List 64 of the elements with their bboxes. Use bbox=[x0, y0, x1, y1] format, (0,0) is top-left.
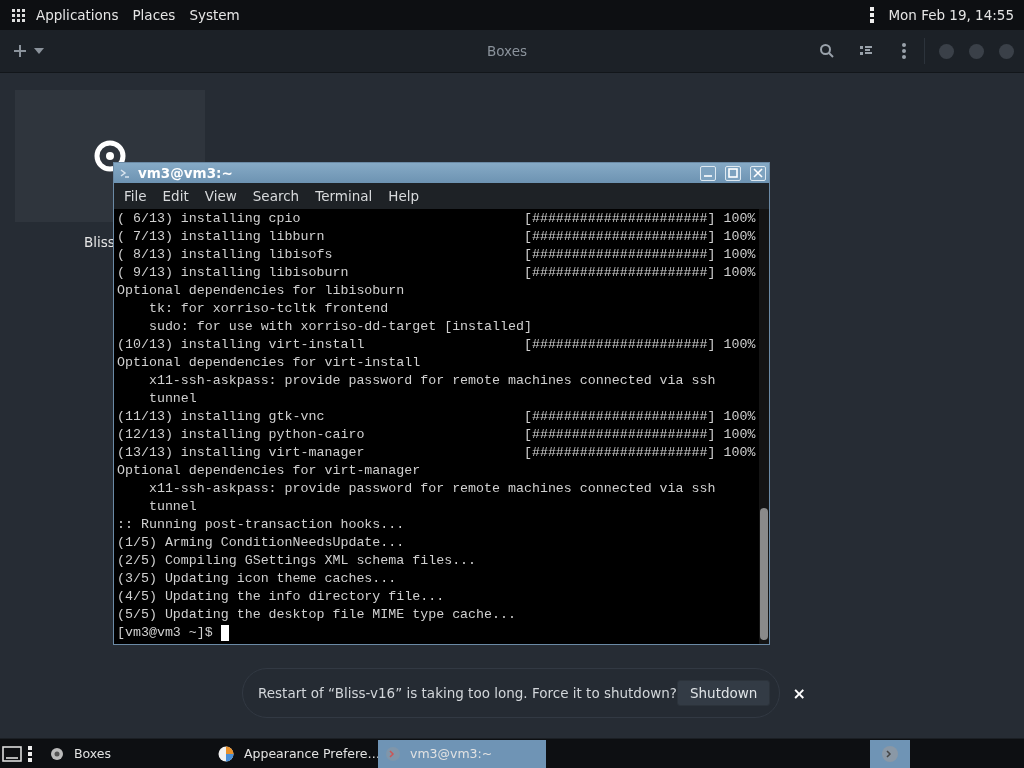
terminal-icon bbox=[120, 168, 130, 178]
clock[interactable]: Mon Feb 19, 14:55 bbox=[888, 7, 1014, 23]
terminal-line: ( 6/13) installing cpio [######################] 100% bbox=[117, 210, 756, 228]
show-desktop-icon[interactable] bbox=[2, 745, 22, 762]
terminal-line: :: Running post-transaction hooks... bbox=[117, 516, 405, 534]
close-icon bbox=[753, 168, 763, 178]
terminal-line: sudo: for use with xorriso-dd-target [installed] bbox=[147, 318, 532, 336]
tray-item[interactable] bbox=[870, 739, 910, 768]
panel-menu[interactable]: System bbox=[182, 7, 247, 23]
list-view-icon[interactable] bbox=[860, 46, 872, 56]
terminal-line: (3/5) Updating icon theme caches... bbox=[117, 570, 397, 588]
menu-item[interactable]: File bbox=[116, 188, 155, 204]
menu-item[interactable]: Help bbox=[380, 188, 428, 204]
terminal-line: tunnel bbox=[147, 390, 197, 408]
menu-item[interactable]: Edit bbox=[154, 188, 197, 204]
terminal-icon bbox=[881, 744, 899, 763]
machine-label: Bliss bbox=[84, 234, 115, 250]
add-icon[interactable] bbox=[14, 45, 26, 57]
terminal-icon bbox=[386, 746, 400, 761]
caret-icon[interactable] bbox=[34, 48, 44, 54]
menu-item[interactable]: Search bbox=[244, 188, 308, 204]
panel-menu[interactable]: Places bbox=[125, 7, 183, 23]
terminal-line: (13/13) installing virt-manager [######################] 100% bbox=[117, 444, 756, 462]
taskbar-button[interactable]: Boxes bbox=[42, 739, 210, 768]
notification-message: Restart of “Bliss-v16” is taking too long. Force it to shutdown? bbox=[258, 685, 677, 701]
panel-menu[interactable]: Applications bbox=[29, 7, 126, 23]
terminal-line: Optional dependencies for virt-manager bbox=[117, 462, 421, 480]
shell-prompt: [vm3@vm3 ~]$ bbox=[117, 624, 213, 642]
kebab-menu-icon[interactable] bbox=[902, 43, 906, 59]
menu-item[interactable]: Terminal bbox=[307, 188, 381, 204]
text-cursor bbox=[220, 625, 229, 641]
terminal-line: ( 8/13) installing libisofs [######################] 100% bbox=[117, 246, 756, 264]
terminal-line: Optional dependencies for libisoburn bbox=[117, 282, 405, 300]
kebab-menu-icon[interactable] bbox=[28, 745, 32, 762]
search-icon[interactable] bbox=[820, 44, 834, 58]
window-title: Boxes bbox=[486, 43, 528, 59]
terminal-line: (10/13) installing virt-install [######################] 100% bbox=[117, 336, 756, 354]
shutdown-button[interactable]: Shutdown bbox=[676, 680, 771, 706]
minimize-icon bbox=[703, 175, 713, 177]
terminal-line: (1/5) Arming ConditionNeedsUpdate... bbox=[117, 534, 405, 552]
terminal-line: x11-ssh-askpass: provide password for remote machines connected via ssh bbox=[147, 480, 716, 498]
window-title: vm3@vm3:~ bbox=[138, 165, 234, 181]
taskbar-button[interactable]: Appearance Prefere… bbox=[210, 739, 378, 768]
terminal-line: (12/13) installing python-cairo [######################] 100% bbox=[117, 426, 756, 444]
maximize-icon bbox=[728, 168, 738, 178]
scrollbar[interactable] bbox=[759, 209, 769, 644]
close-button[interactable]: × bbox=[788, 683, 810, 703]
terminal-line: tk: for xorriso-tcltk frontend bbox=[147, 300, 389, 318]
terminal-line: tunnel bbox=[147, 498, 197, 516]
terminal-line: (2/5) Compiling GSettings XML schema files... bbox=[117, 552, 477, 570]
close-button[interactable] bbox=[750, 165, 766, 181]
palette-icon bbox=[218, 745, 234, 762]
disc-icon bbox=[94, 140, 126, 172]
kebab-menu-icon[interactable] bbox=[870, 7, 875, 23]
terminal-line: x11-ssh-askpass: provide password for remote machines connected via ssh bbox=[147, 372, 716, 390]
terminal-line: (11/13) installing gtk-vnc [######################] 100% bbox=[117, 408, 756, 426]
scrollbar-thumb[interactable] bbox=[760, 508, 768, 640]
terminal-line: ( 9/13) installing libisoburn [######################] 100% bbox=[117, 264, 756, 282]
terminal-line: Optional dependencies for virt-install bbox=[117, 354, 421, 372]
terminal-line: ( 7/13) installing libburn [######################] 100% bbox=[117, 228, 756, 246]
terminal-line: (4/5) Updating the info directory file... bbox=[117, 588, 445, 606]
menu-item[interactable]: View bbox=[196, 188, 245, 204]
app-grid-icon[interactable] bbox=[12, 8, 25, 22]
terminal-line: (5/5) Updating the desktop file MIME type cache... bbox=[117, 606, 516, 624]
